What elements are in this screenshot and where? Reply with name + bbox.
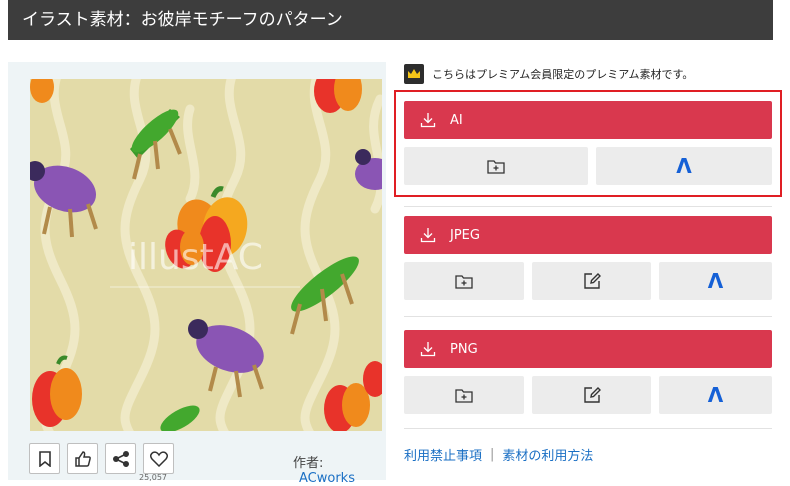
- download-ai-label: AI: [450, 112, 463, 128]
- chevron-up-icon: Λ: [707, 383, 724, 407]
- download-jpeg-label: JPEG: [450, 227, 480, 243]
- jpeg-add-folder-button[interactable]: [404, 262, 524, 300]
- action-buttons: [29, 443, 174, 474]
- download-icon: [420, 113, 436, 128]
- divider: [404, 428, 772, 429]
- png-expand-button[interactable]: Λ: [659, 376, 772, 414]
- author-link[interactable]: ACworks: [299, 471, 355, 486]
- share-icon: [112, 450, 129, 467]
- author-label: 作者:: [293, 456, 324, 471]
- page-title: イラスト素材：お彼岸モチーフのパターン: [8, 0, 773, 40]
- folder-plus-icon: [455, 274, 473, 289]
- download-png-button[interactable]: PNG: [404, 330, 772, 368]
- bookmark-icon: [38, 450, 51, 467]
- favorite-button[interactable]: [143, 443, 174, 474]
- like-button[interactable]: [67, 443, 98, 474]
- terms-link[interactable]: 利用禁止事項: [404, 445, 482, 464]
- author-info: 作者: ACworks: [293, 452, 386, 486]
- crown-icon: [404, 64, 424, 84]
- divider: [404, 316, 772, 317]
- ai-add-folder-button[interactable]: [404, 147, 588, 185]
- footer-links: 利用禁止事項 | 素材の利用方法: [404, 445, 593, 464]
- likes-count: 25,057: [139, 473, 167, 482]
- watermark: illustAC: [128, 237, 263, 278]
- folder-plus-icon: [487, 159, 505, 174]
- edit-icon: [583, 273, 601, 289]
- jpeg-edit-button[interactable]: [532, 262, 651, 300]
- divider: [404, 206, 772, 207]
- link-separator: |: [490, 447, 495, 462]
- download-ai-button[interactable]: AI: [404, 101, 772, 139]
- preview-panel: illustAC 25,057 作者: ACworks: [8, 62, 386, 486]
- premium-notice: こちらはプレミアム会員限定のプレミアム素材です。: [404, 64, 693, 84]
- preview-image: illustAC: [30, 79, 382, 431]
- edit-icon: [583, 387, 601, 403]
- png-edit-button[interactable]: [532, 376, 651, 414]
- download-icon: [420, 228, 436, 243]
- download-icon: [420, 342, 436, 357]
- download-jpeg-button[interactable]: JPEG: [404, 216, 772, 254]
- chevron-up-icon: Λ: [676, 154, 692, 178]
- bookmark-button[interactable]: [29, 443, 60, 474]
- heart-icon: [149, 450, 168, 467]
- usage-link[interactable]: 素材の利用方法: [502, 445, 593, 464]
- folder-plus-icon: [455, 388, 473, 403]
- png-add-folder-button[interactable]: [404, 376, 524, 414]
- download-png-label: PNG: [450, 341, 478, 357]
- jpeg-expand-button[interactable]: Λ: [659, 262, 772, 300]
- thumbs-up-icon: [74, 450, 91, 467]
- ai-expand-button[interactable]: Λ: [596, 147, 772, 185]
- share-button[interactable]: [105, 443, 136, 474]
- premium-note-text: こちらはプレミアム会員限定のプレミアム素材です。: [432, 68, 694, 81]
- chevron-up-icon: Λ: [707, 269, 724, 293]
